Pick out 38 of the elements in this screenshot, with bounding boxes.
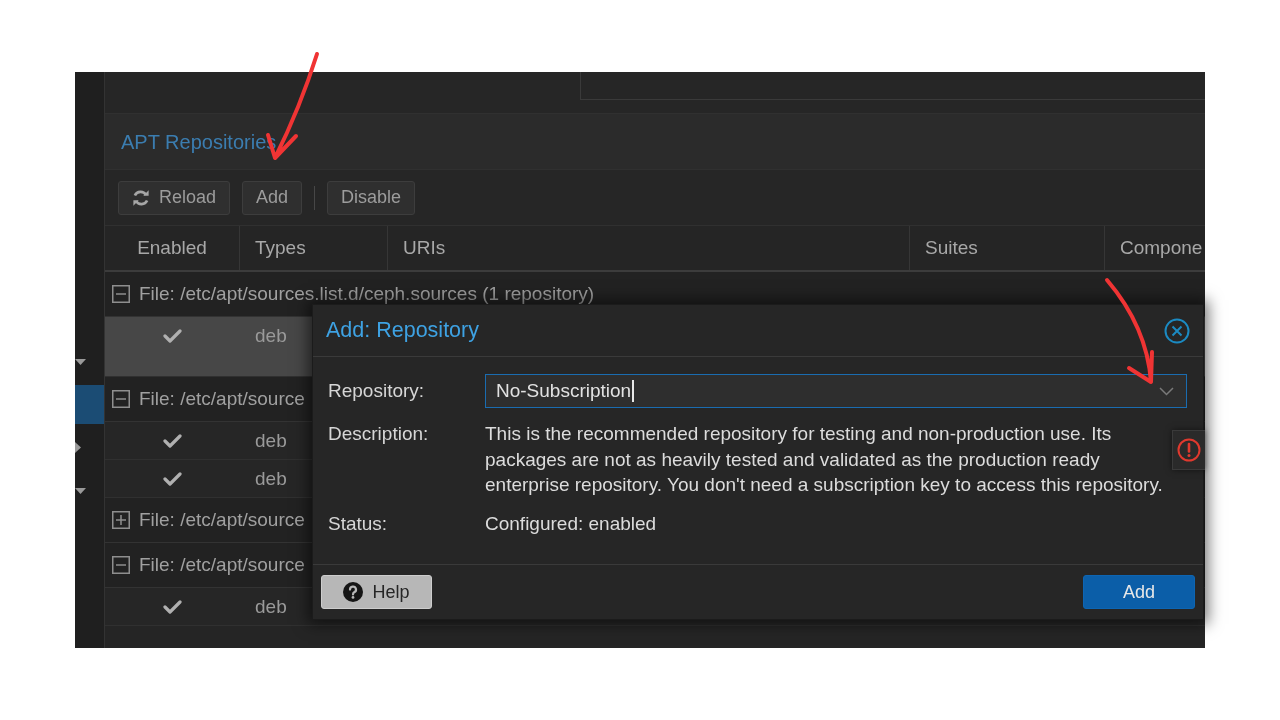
table-cell: deb [255, 325, 287, 347]
column-header[interactable]: Enabled [105, 226, 240, 270]
caret-down-icon[interactable] [75, 358, 86, 365]
field-value: Configured: enabled [485, 511, 658, 536]
help-button[interactable]: Help [321, 575, 432, 609]
caret-right-icon[interactable] [75, 442, 81, 453]
refresh-icon [132, 188, 150, 207]
group-label: File: /etc/apt/source [139, 507, 305, 532]
close-icon[interactable] [1164, 317, 1190, 344]
reload-button[interactable]: Reload [118, 180, 231, 215]
group-label: File: /etc/apt/sources.list.d/ceph.sources (1 repository) [139, 281, 595, 306]
expand-box-icon[interactable] [112, 511, 130, 529]
dialog-title: Add: Repository [326, 317, 479, 345]
repository-combobox[interactable]: No-Subscription [485, 374, 1187, 408]
error-icon [1177, 438, 1201, 462]
column-header[interactable]: Types [240, 226, 388, 270]
table-cell: deb [255, 467, 287, 490]
column-header[interactable]: Suites [910, 226, 1105, 270]
field-value: This is the recommended repository for testing and non-production use. Its packages are not as heavily tested and validated as the production ready enterprise repository. You don't need a subscription key to access this repository. [485, 422, 1164, 497]
field-label: Description: [327, 422, 430, 446]
text-cursor-icon [632, 380, 634, 402]
add-button[interactable]: Add [1083, 575, 1195, 609]
group-label: File: /etc/apt/source [139, 386, 305, 411]
collapse-box-icon[interactable] [112, 556, 130, 574]
toolbar-button[interactable]: Add [242, 180, 303, 215]
column-header[interactable]: URIs [388, 226, 910, 270]
group-label: File: /etc/apt/source [139, 552, 305, 577]
field-label: Status: [327, 511, 389, 536]
collapse-box-icon[interactable] [112, 285, 130, 303]
collapse-box-icon[interactable] [112, 390, 130, 408]
column-header[interactable]: Compone [1105, 226, 1205, 270]
toolbar-button[interactable]: Disable [327, 180, 416, 215]
help-icon [343, 582, 364, 602]
field-label: Repository: [327, 379, 426, 404]
table-cell: deb [255, 595, 287, 618]
chevron-down-icon[interactable] [1159, 386, 1174, 396]
caret-down-icon[interactable] [75, 487, 86, 494]
table-cell: deb [255, 429, 287, 452]
